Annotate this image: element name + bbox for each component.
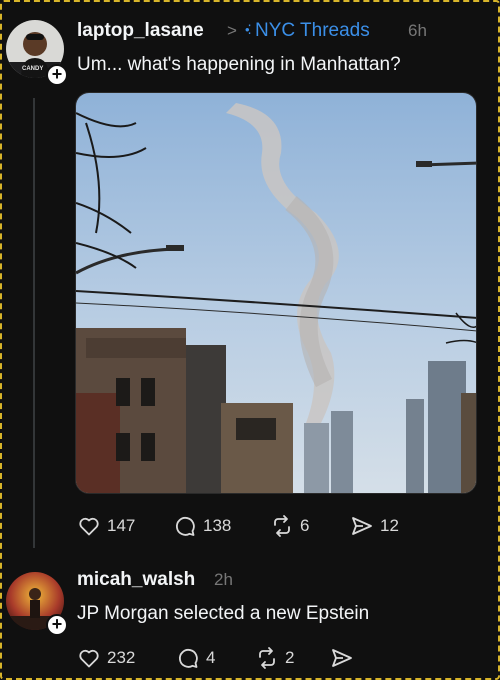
- reply-like-count: 232: [107, 648, 136, 667]
- chevron-right-icon: >: [227, 21, 237, 40]
- heart-icon: [79, 649, 99, 668]
- reply-like-button[interactable]: 232: [77, 646, 135, 670]
- heart-icon: [79, 517, 99, 536]
- post-text: Um... what's happening in Manhattan?: [77, 54, 401, 75]
- repost-icon: [259, 647, 275, 669]
- reply-follow-plus-button[interactable]: +: [46, 614, 68, 636]
- reply-username[interactable]: micah_walsh: [77, 569, 195, 591]
- post-timestamp: 6h: [408, 21, 427, 40]
- reply-button[interactable]: 138: [173, 514, 231, 538]
- reply-repost-count: 2: [285, 648, 295, 667]
- thread-connector-line: [33, 98, 35, 548]
- reply-text: JP Morgan selected a new Epstein: [77, 603, 370, 624]
- follow-plus-button[interactable]: +: [46, 64, 68, 86]
- avatar-shirt-text: CANDY: [22, 66, 44, 72]
- community-name: NYC Threads: [254, 20, 370, 41]
- community-icon: •⁚: [245, 22, 252, 37]
- like-button[interactable]: 147: [77, 514, 135, 538]
- share-button[interactable]: 12: [350, 514, 399, 538]
- post-image[interactable]: [75, 92, 477, 494]
- like-count: 147: [107, 516, 136, 535]
- repost-button[interactable]: 6: [270, 514, 309, 538]
- reply-repost-button[interactable]: 2: [255, 646, 294, 670]
- community-link[interactable]: •⁚ NYC Threads: [245, 20, 370, 42]
- share-count: 12: [380, 516, 399, 535]
- send-icon: [352, 517, 372, 535]
- reply-timestamp: 2h: [214, 570, 233, 589]
- send-icon: [332, 649, 352, 667]
- post-username[interactable]: laptop_lasane: [77, 20, 204, 42]
- comment-icon: [176, 516, 195, 536]
- comment-icon: [179, 648, 198, 668]
- reply-reply-count: 4: [206, 648, 216, 667]
- reply-share-button[interactable]: [330, 646, 354, 670]
- reply-count: 138: [203, 516, 232, 535]
- repost-count: 6: [300, 516, 310, 535]
- reply-reply-button[interactable]: 4: [176, 646, 215, 670]
- repost-icon: [274, 515, 290, 537]
